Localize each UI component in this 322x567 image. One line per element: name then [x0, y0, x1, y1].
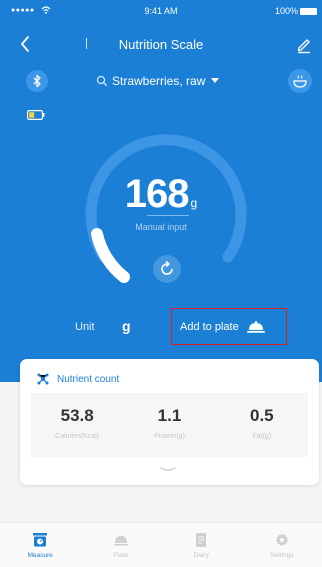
food-name: Strawberries, raw: [112, 74, 206, 88]
tab-bar: Measure Plate Diary Settings: [0, 522, 322, 567]
manual-input-underline: [147, 215, 189, 216]
plate-cover-icon: [246, 320, 265, 333]
refresh-icon: [161, 260, 173, 275]
bowl-icon: [293, 75, 307, 88]
weight-value: 168: [124, 172, 190, 216]
gear-icon: [275, 533, 289, 547]
bluetooth-icon: [33, 74, 41, 88]
tab-label: Measure: [27, 552, 53, 559]
tab-plate[interactable]: Plate: [81, 523, 162, 567]
nutrient-card: Nutrient count 53.8 Calories(Kcal) 1.1 P…: [20, 359, 319, 485]
tab-label: Plate: [113, 552, 129, 559]
battery-icon: [27, 110, 45, 120]
nutrient-value: 53.8: [60, 406, 94, 425]
gauge-progress: [91, 228, 130, 283]
nutrient-protein: 1.1 Protein(g): [123, 393, 215, 457]
nutrient-label: Protein(g): [154, 433, 185, 440]
tab-settings[interactable]: Settings: [242, 523, 322, 567]
nutrient-value: 1.1: [157, 406, 182, 425]
chevron-down-icon: [211, 78, 220, 83]
nutrient-calories: 53.8 Calories(Kcal): [31, 393, 123, 457]
status-time: 9:41 AM: [144, 6, 178, 16]
unit-selector[interactable]: g: [122, 318, 131, 334]
add-to-plate-button[interactable]: Add to plate: [171, 308, 287, 345]
edit-pencil-icon[interactable]: [294, 34, 314, 54]
status-battery-icon: [300, 8, 317, 15]
nutrient-value: 0.5: [250, 406, 274, 425]
bluetooth-button[interactable]: [26, 70, 48, 92]
tab-measure[interactable]: Measure: [0, 523, 81, 567]
page-title: Nutrition Scale: [118, 37, 204, 52]
diary-icon: [196, 533, 207, 547]
nutrient-card-title: Nutrient count: [57, 373, 120, 385]
bowl-button[interactable]: [288, 69, 312, 93]
plate-icon: [113, 536, 128, 546]
tab-label: Settings: [270, 552, 294, 559]
battery-percent: 100%: [274, 6, 298, 16]
status-bar: ●●●●● 9:41 AM 100%: [0, 0, 322, 20]
nutrient-label: Fat(g): [252, 433, 272, 440]
add-to-plate-label: Add to plate: [180, 320, 239, 333]
weight-unit: g: [190, 196, 198, 210]
nutrient-list: 53.8 Calories(Kcal) 1.1 Protein(g) 0.5 F…: [31, 393, 308, 457]
nutrient-fat: 0.5 Fat(g): [216, 393, 308, 457]
nutrient-card-header: Nutrient count: [36, 372, 119, 386]
scale-icon: [33, 533, 48, 547]
manual-input-label[interactable]: Manual input: [0, 222, 322, 232]
search-icon: [96, 75, 108, 87]
nav-bar: Nutrition Scale: [0, 26, 322, 62]
molecule-icon: [37, 373, 49, 385]
tab-label: Diary: [193, 552, 209, 559]
expand-chevron-icon[interactable]: [159, 466, 177, 474]
weight-readout: 168 g: [0, 172, 322, 217]
food-selector[interactable]: Strawberries, raw: [96, 74, 220, 88]
unit-label: Unit: [75, 321, 95, 333]
app-screen: ●●●●● 9:41 AM 100% Nutrition Scale Straw…: [0, 0, 322, 567]
reset-button[interactable]: [153, 255, 181, 283]
nutrient-label: Calories(Kcal): [55, 433, 100, 440]
tab-diary[interactable]: Diary: [161, 523, 242, 567]
